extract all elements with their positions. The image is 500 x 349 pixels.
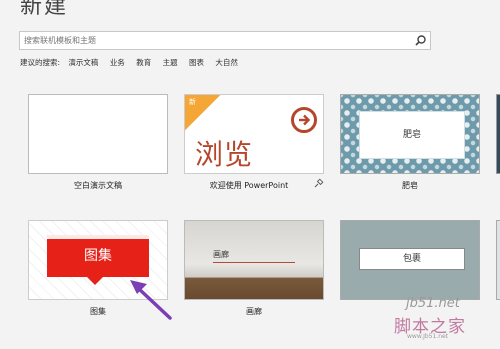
watermark-sub: www.Jb51.net (407, 333, 449, 340)
template-thumb-partial[interactable] (496, 220, 500, 300)
template-label-feizao: 肥皂 (402, 181, 418, 190)
template-thumb-welcome[interactable]: 新 浏览 (184, 94, 324, 174)
search-input[interactable] (24, 33, 404, 48)
watermark-site: jb51.net (406, 296, 460, 311)
template-thumb-hualang[interactable]: 画廊 (184, 220, 324, 300)
template-label-blank: 空白演示文稿 (74, 181, 122, 190)
suggested-searches: 建议的搜索: 演示文稿 业务 教育 主题 图表 大自然 (20, 57, 247, 68)
annotation-arrow-icon (130, 280, 172, 320)
feizao-thumb-title: 肥皂 (359, 111, 465, 159)
tuji-banner-tail (87, 277, 103, 285)
pin-icon[interactable] (314, 178, 324, 188)
hualang-underline (213, 262, 295, 263)
new-corner-text: 新 (189, 98, 196, 106)
suggestion-link[interactable]: 演示文稿 (68, 58, 98, 67)
template-thumb-feizao[interactable]: 肥皂 (340, 94, 480, 174)
suggestion-link[interactable]: 教育 (136, 58, 151, 67)
suggestion-link[interactable]: 大自然 (215, 58, 238, 67)
suggestion-link[interactable]: 主题 (163, 58, 178, 67)
suggested-searches-label: 建议的搜索: (20, 58, 61, 67)
search-icon[interactable] (414, 34, 427, 47)
welcome-thumb-text: 浏览 (195, 138, 254, 171)
search-box[interactable] (19, 31, 431, 50)
template-thumb-blank[interactable] (28, 94, 168, 174)
tuji-banner-strip (47, 235, 149, 239)
template-thumb-baoguo[interactable]: 包裹 (340, 220, 480, 300)
template-label-welcome: 欢迎使用 PowerPoint (209, 181, 289, 190)
template-label-hualang: 画廊 (246, 307, 262, 316)
suggestion-link[interactable]: 业务 (110, 58, 125, 67)
arrow-right-icon (291, 107, 317, 133)
suggestion-link[interactable]: 图表 (189, 58, 204, 67)
baoguo-thumb-text: 包裹 (359, 248, 465, 270)
template-thumb-partial[interactable] (496, 94, 500, 174)
page-title: 新建 (20, 0, 69, 19)
hualang-thumb-text: 画廊 (213, 250, 229, 259)
